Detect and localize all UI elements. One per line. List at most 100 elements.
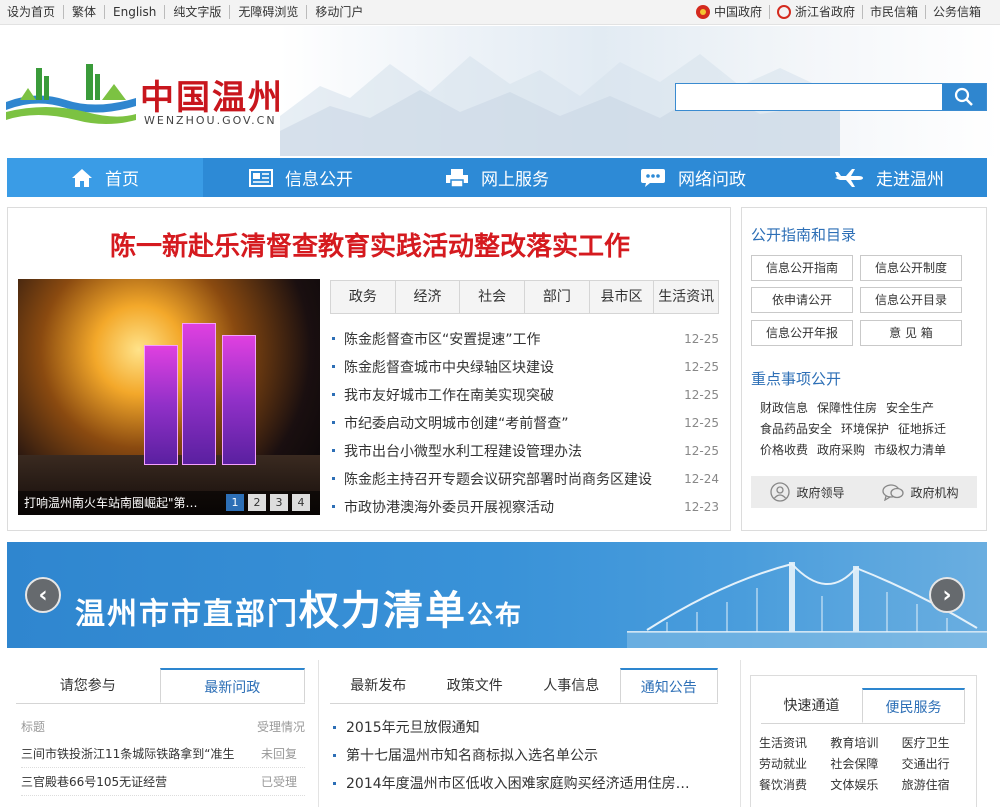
top-bar: 设为首页 繁体 English 纯文字版 无障碍浏览 移动门户 中国政府 浙江省… [0, 0, 1000, 25]
news-item[interactable]: 陈金彪督查城市中央绿轴区块建设 12-25 [330, 353, 719, 381]
slide-page-1[interactable]: 1 [226, 494, 244, 511]
china-gov-link[interactable]: 中国政府 [689, 5, 769, 19]
tab-society[interactable]: 社会 [459, 281, 524, 313]
guide-button[interactable]: 意 见 箱 [860, 320, 962, 346]
tab-latest-inquiry[interactable]: 最新问政 [159, 668, 305, 703]
gov-leaders-link[interactable]: 政府领导 [751, 476, 864, 508]
service-link[interactable]: 教育培训 [830, 734, 901, 752]
nav-online-services[interactable]: 网上服务 [399, 158, 595, 197]
key-item-link[interactable]: 财政信息 [760, 401, 808, 415]
table-row[interactable]: 三间市铁投浙江11条城际铁路拿到“准生 未回复 [21, 740, 305, 768]
traditional-chinese-link[interactable]: 繁体 [63, 5, 104, 19]
news-title[interactable]: 市纪委启动文明城市创建“考前督查” [330, 413, 569, 433]
news-title[interactable]: 陈金彪督查市区“安置提速”工作 [330, 329, 541, 349]
news-item[interactable]: 市纪委启动文明城市创建“考前督查” 12-25 [330, 409, 719, 437]
slide-page-4[interactable]: 4 [292, 494, 310, 511]
news-date: 12-24 [684, 472, 719, 486]
slide-page-2[interactable]: 2 [248, 494, 266, 511]
news-item[interactable]: 市政协港澳海外委员开展视察活动 12-23 [330, 493, 719, 521]
guide-button[interactable]: 信息公开目录 [860, 287, 962, 313]
service-link[interactable]: 旅游住宿 [902, 776, 973, 794]
tab-latest-release[interactable]: 最新发布 [330, 668, 427, 703]
list-item[interactable]: 2014年度温州市区低收入困难家庭购买经济适用住房… [330, 770, 718, 798]
guide-button[interactable]: 信息公开制度 [860, 255, 962, 281]
table-row[interactable]: 三官殿巷66号105无证经营 已受理 [21, 768, 305, 796]
accessibility-link[interactable]: 无障碍浏览 [229, 5, 306, 19]
nav-info-disclosure[interactable]: 信息公开 [203, 158, 399, 197]
service-link[interactable]: 餐饮消费 [759, 776, 830, 794]
service-link[interactable]: 生活资讯 [759, 734, 830, 752]
nav-home-label: 首页 [105, 170, 139, 190]
nav-home[interactable]: 首页 [7, 158, 203, 197]
inquiry-title[interactable]: 三间市铁投浙江11条城际铁路拿到“准生 [21, 745, 235, 762]
tab-life-info[interactable]: 生活资讯 [653, 281, 718, 313]
gov-orgs-link[interactable]: 政府机构 [864, 476, 977, 508]
inquiry-title[interactable]: 三官殿巷66号105无证经营 [21, 773, 167, 790]
key-item-link[interactable]: 安全生产 [886, 401, 934, 415]
tab-personnel-info[interactable]: 人事信息 [523, 668, 620, 703]
printer-icon [445, 168, 469, 188]
zhejiang-gov-link[interactable]: 浙江省政府 [768, 5, 862, 19]
slideshow[interactable]: 打响温州南火车站南圈崛起"第… 1 2 3 4 [18, 279, 320, 515]
guide-button[interactable]: 依申请公开 [751, 287, 853, 313]
power-list-banner[interactable]: ‹ 温州市市直部门权力清单公布 › [7, 542, 987, 648]
tab-citizen-services[interactable]: 便民服务 [862, 688, 965, 723]
publish-tabs: 最新发布 政策文件 人事信息 通知公告 [330, 668, 718, 704]
tab-notices[interactable]: 通知公告 [619, 668, 718, 703]
tab-politics[interactable]: 政务 [331, 281, 395, 313]
newspaper-icon [249, 168, 273, 188]
tab-departments[interactable]: 部门 [524, 281, 589, 313]
slide-page-3[interactable]: 3 [270, 494, 288, 511]
leaders-bar: 政府领导 政府机构 [751, 476, 977, 508]
service-link[interactable]: 劳动就业 [759, 755, 830, 773]
nav-visit-wenzhou[interactable]: 走进温州 [791, 158, 987, 197]
list-item[interactable]: 第十七届温州市知名商标拟入选名单公示 [330, 742, 718, 770]
search-button[interactable] [942, 84, 986, 110]
banner-prev-button[interactable]: ‹ [25, 577, 61, 613]
key-item-link[interactable]: 保障性住房 [817, 401, 877, 415]
text-only-link[interactable]: 纯文字版 [164, 5, 229, 19]
news-title[interactable]: 陈金彪督查城市中央绿轴区块建设 [330, 357, 554, 377]
key-item-link[interactable]: 食品药品安全 [760, 422, 832, 436]
key-item-link[interactable]: 政府采购 [817, 443, 865, 457]
tab-economy[interactable]: 经济 [394, 281, 460, 313]
key-item-link[interactable]: 征地拆迁 [898, 422, 946, 436]
site-logo-title[interactable]: 中国温州 [140, 70, 284, 119]
service-link[interactable]: 文体娱乐 [830, 776, 901, 794]
list-item[interactable]: 2015年元旦放假通知 [330, 714, 718, 742]
tab-participate[interactable]: 请您参与 [16, 668, 160, 703]
guide-button[interactable]: 信息公开指南 [751, 255, 853, 281]
service-link[interactable]: 医疗卫生 [902, 734, 973, 752]
news-title[interactable]: 我市友好城市工作在南美实现突破 [330, 385, 554, 405]
set-homepage-link[interactable]: 设为首页 [7, 5, 63, 19]
key-item-link[interactable]: 市级权力清单 [874, 443, 946, 457]
key-item-link[interactable]: 环境保护 [841, 422, 889, 436]
guide-button[interactable]: 信息公开年报 [751, 320, 853, 346]
tab-quick-access[interactable]: 快速通道 [761, 688, 862, 723]
nav-online-inquiry[interactable]: 网络问政 [595, 158, 791, 197]
search-input[interactable] [676, 84, 943, 110]
zhejiang-logo-icon [776, 5, 791, 19]
headline[interactable]: 陈一新赴乐清督查教育实践活动整改落实工作 [8, 226, 732, 263]
key-item-link[interactable]: 价格收费 [760, 443, 808, 457]
service-link[interactable]: 交通出行 [902, 755, 973, 773]
inquiry-table-header: 标题 受理情况 [21, 718, 305, 735]
news-item[interactable]: 我市出台小微型水利工程建设管理办法 12-25 [330, 437, 719, 465]
news-item[interactable]: 我市友好城市工作在南美实现突破 12-25 [330, 381, 719, 409]
banner-next-button[interactable]: › [929, 577, 965, 613]
banner-title-part3: 公布 [467, 601, 524, 631]
mobile-portal-link[interactable]: 移动门户 [306, 5, 371, 19]
tab-counties[interactable]: 县市区 [588, 281, 654, 313]
news-title[interactable]: 陈金彪主持召开专题会议研究部署时尚商务区建设 [330, 469, 652, 489]
citizen-mailbox-link[interactable]: 市民信箱 [861, 5, 925, 19]
slideshow-pager: 1 2 3 4 [222, 494, 310, 511]
news-title[interactable]: 我市出台小微型水利工程建设管理办法 [330, 441, 582, 461]
news-item[interactable]: 陈金彪督查市区“安置提速”工作 12-25 [330, 325, 719, 353]
news-title[interactable]: 市政协港澳海外委员开展视察活动 [330, 497, 554, 517]
service-link[interactable]: 社会保障 [830, 755, 901, 773]
search-box [675, 83, 987, 111]
official-mailbox-link[interactable]: 公务信箱 [924, 5, 988, 19]
news-item[interactable]: 陈金彪主持召开专题会议研究部署时尚商务区建设 12-24 [330, 465, 719, 493]
tab-policy-files[interactable]: 政策文件 [427, 668, 524, 703]
english-link[interactable]: English [104, 5, 164, 19]
